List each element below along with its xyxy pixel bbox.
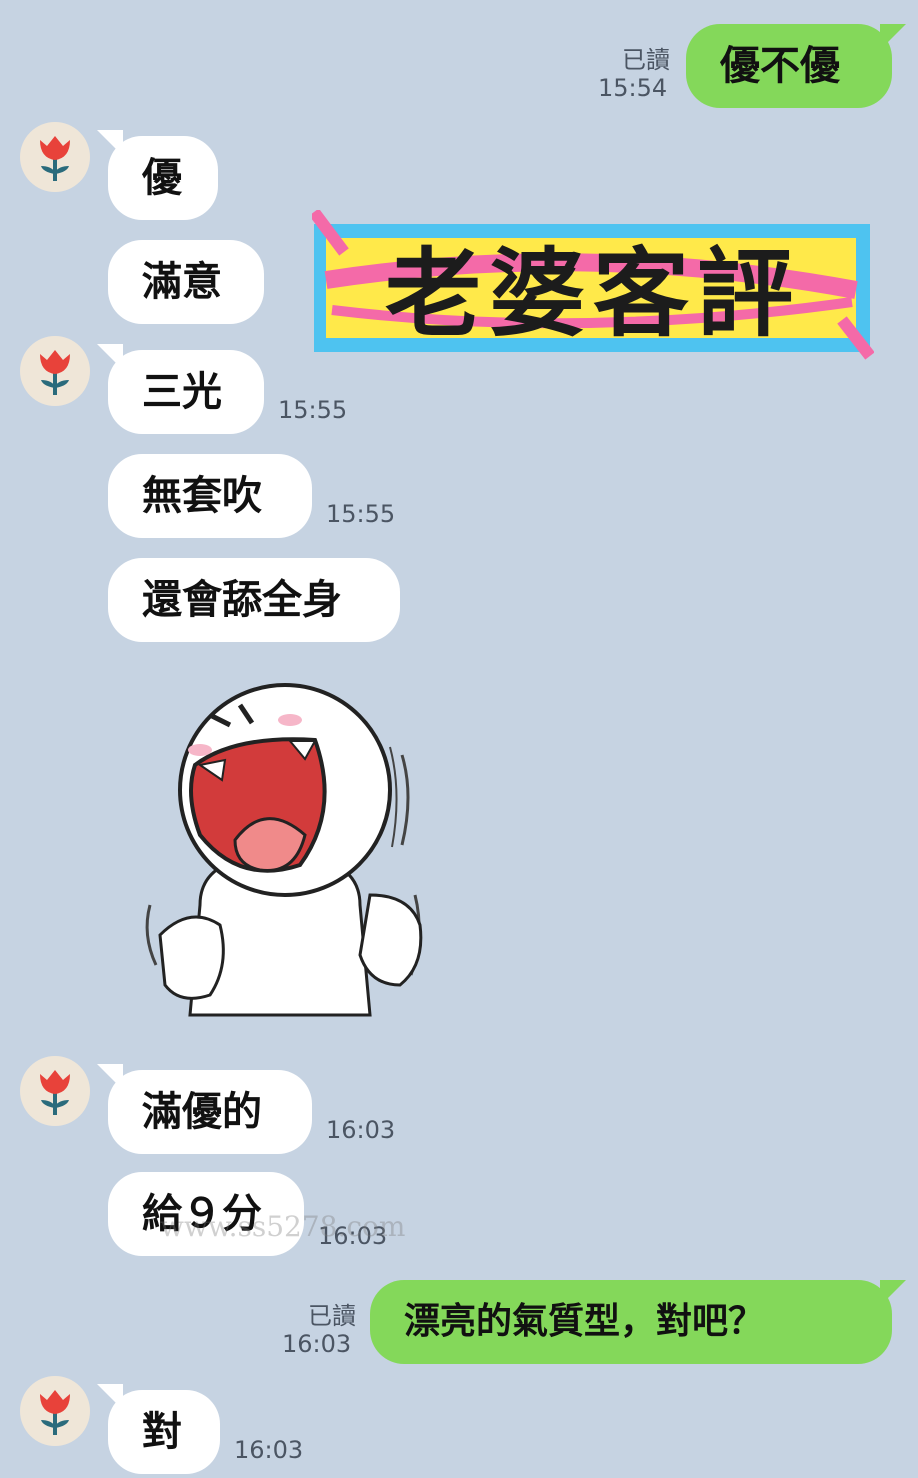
message-bubble[interactable]: 滿優的 — [108, 1070, 312, 1154]
message-time: 16:03 — [234, 1436, 304, 1464]
red-flower-avatar-icon — [40, 136, 70, 181]
read-receipt: 已讀 — [622, 46, 670, 74]
bubble-tail — [880, 24, 906, 50]
message-bubble[interactable]: 還會舔全身 — [108, 558, 400, 642]
message-bubble[interactable]: 對 — [108, 1390, 220, 1474]
red-flower-avatar-icon — [40, 1070, 70, 1115]
laughing-face-sticker[interactable] — [140, 675, 440, 1030]
message-bubble[interactable]: 無套吹 — [108, 454, 312, 538]
message-time: 15:54 — [598, 74, 668, 102]
message-time: 16:03 — [326, 1116, 396, 1144]
bubble-tail — [880, 1280, 906, 1306]
chat-screen: { "chat": { "messages": [ {"sender":"me"… — [0, 0, 918, 1478]
message-time: 15:55 — [278, 396, 348, 424]
message-time: 15:55 — [326, 500, 396, 528]
message-time: 16:03 — [282, 1330, 352, 1358]
message-bubble[interactable]: 三光 — [108, 350, 264, 434]
sticker-image — [145, 683, 423, 1017]
message-bubble[interactable]: 優 — [108, 136, 218, 220]
red-flower-avatar-icon — [40, 350, 70, 395]
message-bubble[interactable]: 滿意 — [108, 240, 264, 324]
contact-avatar[interactable] — [20, 122, 90, 192]
contact-avatar[interactable] — [20, 1376, 90, 1446]
contact-avatar[interactable] — [20, 1056, 90, 1126]
message-bubble[interactable]: 漂亮的氣質型，對吧？ — [370, 1280, 892, 1364]
title-banner: 老婆客評 — [312, 210, 874, 360]
message-bubble[interactable]: 優不優 — [686, 24, 892, 108]
read-receipt: 已讀 — [308, 1302, 356, 1330]
red-flower-avatar-icon — [40, 1390, 70, 1435]
watermark: www.ss5278.com — [160, 1210, 406, 1243]
title-text: 老婆客評 — [385, 237, 801, 350]
contact-avatar[interactable] — [20, 336, 90, 406]
